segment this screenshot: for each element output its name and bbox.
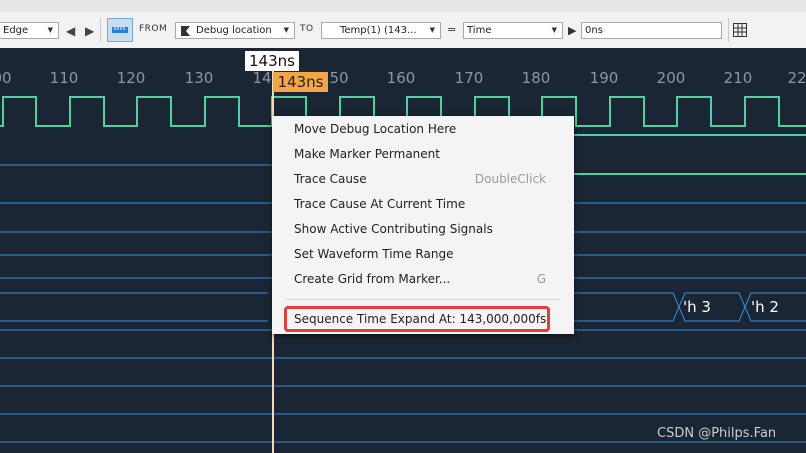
edge-dropdown-value: Edge (3, 25, 29, 36)
measure-ruler-button[interactable] (107, 18, 133, 42)
ruler-tick: 180 (521, 69, 551, 87)
menu-shortcut: G (536, 272, 546, 286)
mode-dropdown-value: Time (467, 25, 492, 36)
chevron-down-icon: ▼ (283, 26, 289, 34)
to-label: TO (300, 24, 314, 34)
ruler-tick: 22 (787, 69, 806, 87)
cursor-marker-label[interactable]: 143ns (273, 72, 328, 92)
bus-waveform (574, 292, 680, 322)
ruler-tick: 50 (329, 69, 349, 87)
ruler-icon (112, 27, 128, 33)
chevron-down-icon: ▼ (551, 26, 557, 34)
edge-dropdown[interactable]: Edge ▼ (0, 22, 59, 39)
waveform-toolbar: Edge ▼ ◀ ▶ FROM Debug location ▼ TO Temp… (0, 12, 806, 49)
next-edge-icon[interactable]: ▶ (85, 24, 94, 38)
ruler-tick: 210 (723, 69, 753, 87)
menu-item-make-marker-permanent[interactable]: Make Marker Permanent (294, 143, 440, 165)
flag-icon (181, 26, 190, 36)
play-icon[interactable]: ▶ (568, 24, 576, 37)
menu-item-move-debug-location[interactable]: Move Debug Location Here (294, 118, 456, 140)
cursor-time-label: 143ns (245, 51, 299, 71)
menu-shortcut: DoubleClick (474, 172, 546, 186)
ruler-tick: 200 (656, 69, 686, 87)
ruler-tick: 190 (589, 69, 619, 87)
toolbar-divider (728, 18, 729, 42)
grid-icon[interactable] (733, 23, 747, 37)
time-input-value: 0ns (585, 25, 603, 36)
bus-value: 'h 2 (751, 298, 779, 316)
menu-item-set-waveform-time-range[interactable]: Set Waveform Time Range (294, 243, 453, 265)
bus-value: 'h 3 (683, 298, 711, 316)
watermark: CSDN @Philps.Fan (657, 426, 777, 441)
toolbar-divider (100, 18, 101, 42)
chevron-down-icon: ▼ (47, 26, 53, 34)
to-dropdown-value: Temp(1) (143... (340, 25, 417, 36)
menu-item-trace-cause-at-current-time[interactable]: Trace Cause At Current Time (294, 193, 465, 215)
ruler-tick: 120 (116, 69, 146, 87)
to-dropdown[interactable]: Temp(1) (143... ▼ (321, 22, 441, 39)
ruler-tick: 130 (184, 69, 214, 87)
time-ruler[interactable]: 00 110 120 130 14 50 160 170 180 190 200… (0, 48, 806, 92)
menu-separator (286, 299, 560, 300)
equals-label: = (447, 23, 457, 36)
previous-edge-icon[interactable]: ◀ (66, 24, 75, 38)
from-dropdown-value: Debug location (196, 25, 272, 36)
from-dropdown[interactable]: Debug location ▼ (175, 22, 295, 39)
ruler-tick: 170 (454, 69, 484, 87)
time-input[interactable]: 0ns (581, 22, 722, 39)
menu-item-trace-cause[interactable]: Trace Cause (294, 168, 367, 190)
ruler-tick: 110 (49, 69, 79, 87)
menu-item-create-grid-from-marker[interactable]: Create Grid from Marker... (294, 268, 450, 290)
chevron-down-icon: ▼ (429, 26, 435, 34)
ruler-tick: 00 (0, 69, 12, 87)
from-label: FROM (139, 24, 168, 34)
ruler-tick: 14 (252, 69, 272, 87)
menu-item-sequence-time-expand[interactable]: Sequence Time Expand At: 143,000,000fs (294, 308, 546, 330)
window-top-strip (0, 0, 806, 12)
menu-item-show-active-contributing-signals[interactable]: Show Active Contributing Signals (294, 218, 493, 240)
ruler-tick: 160 (386, 69, 416, 87)
mode-dropdown[interactable]: Time ▼ (463, 22, 563, 39)
context-menu: Move Debug Location Here Make Marker Per… (272, 116, 574, 334)
